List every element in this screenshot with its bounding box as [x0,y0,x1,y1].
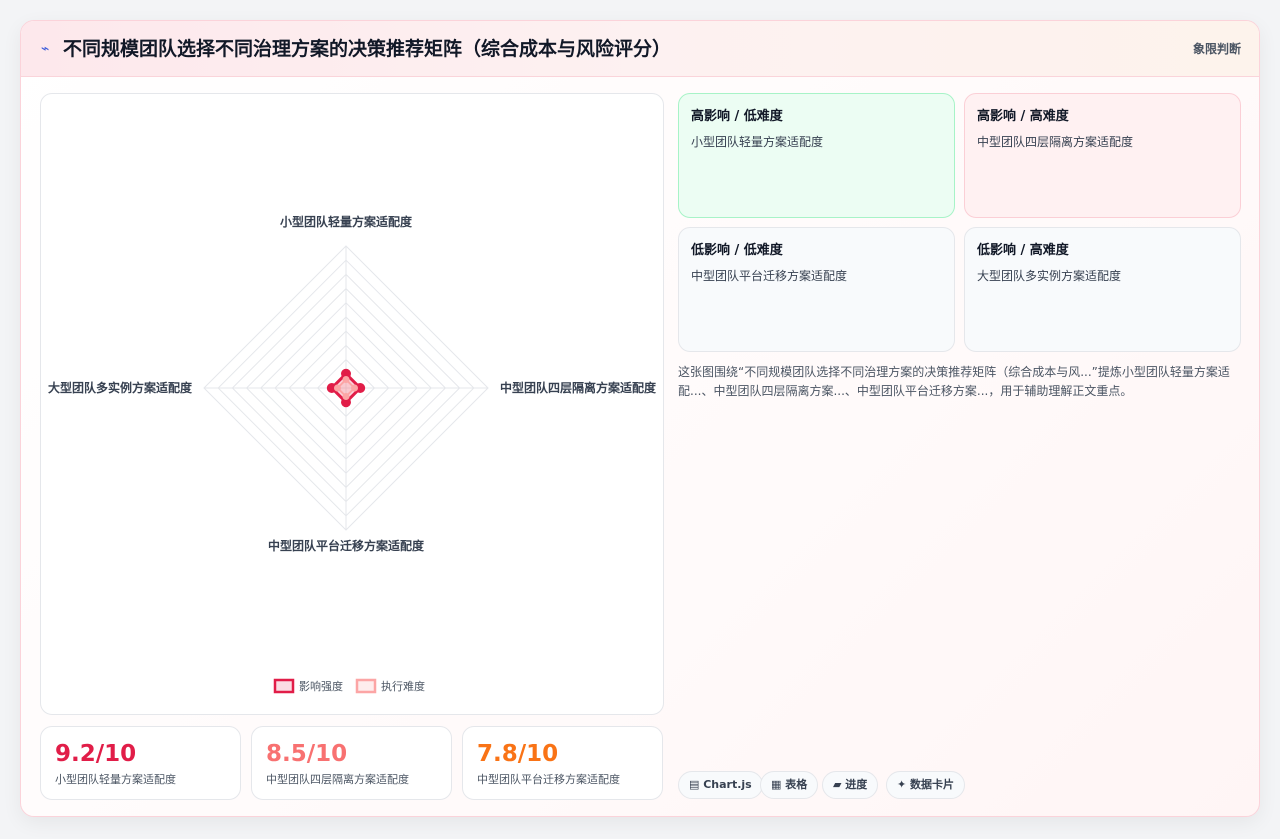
kpi-value: 9.2/10 [55,741,137,767]
kpi-card-1: 9.2/10 小型团队轻量方案适配度 [40,726,241,800]
chip-table[interactable]: ▦ 表格 [760,771,819,799]
radar-data-point [333,384,341,392]
chart-line-icon: ⌁ [41,41,50,57]
quadrant-body: 小型团队轻量方案适配度 [691,135,824,149]
legend-swatch [355,678,377,694]
dashboard-card: ⌁ 不同规模团队选择不同治理方案的决策推荐矩阵（综合成本与风险评分） 象限判断 … [20,20,1260,817]
legend-label: 影响强度 [299,679,343,693]
chart-description: 这张图围绕“不同规模团队选择不同治理方案的决策推荐矩阵（综合成本与风...”提炼… [678,365,1230,398]
legend-swatch [273,678,295,694]
header-bar: ⌁ 不同规模团队选择不同治理方案的决策推荐矩阵（综合成本与风险评分） 象限判断 [21,21,1259,77]
kpi-label: 中型团队四层隔离方案适配度 [266,773,409,786]
kpi-label: 小型团队轻量方案适配度 [55,773,176,786]
page-title: 不同规模团队选择不同治理方案的决策推荐矩阵（综合成本与风险评分） [63,38,672,60]
quadrant-body: 大型团队多实例方案适配度 [977,269,1122,283]
quadrant-title: 高影响 / 低难度 [691,109,783,124]
quadrant-title: 低影响 / 高难度 [977,243,1069,258]
kpi-value: 8.5/10 [266,741,348,767]
quadrant-body: 中型团队平台迁移方案适配度 [691,269,848,283]
chip-progress[interactable]: ▰ 进度 [822,771,879,799]
kpi-card-2: 8.5/10 中型团队四层隔离方案适配度 [251,726,452,800]
quadrant-title: 低影响 / 低难度 [691,243,783,258]
quadrant-high-impact-low-difficulty: 高影响 / 低难度 小型团队轻量方案适配度 [678,93,955,218]
radar-data-point [342,393,350,401]
quadrant-high-impact-high-difficulty: 高影响 / 高难度 中型团队四层隔离方案适配度 [964,93,1241,218]
radar-axis-label: 小型团队轻量方案适配度 [280,214,413,229]
radar-data-point [342,375,350,383]
chip-data-cards[interactable]: ✦ 数据卡片 [886,771,966,799]
quadrant-low-impact-high-difficulty: 低影响 / 高难度 大型团队多实例方案适配度 [964,227,1241,352]
radar-axis-label: 中型团队平台迁移方案适配度 [268,538,425,553]
radar-axis-label: 大型团队多实例方案适配度 [48,380,193,395]
radar-axis-label: 中型团队四层隔离方案适配度 [500,380,657,395]
quadrant-title: 高影响 / 高难度 [977,109,1069,124]
chip-chartjs[interactable]: ▤ Chart.js [678,771,763,799]
quadrant-low-impact-low-difficulty: 低影响 / 低难度 中型团队平台迁移方案适配度 [678,227,955,352]
kpi-card-3: 7.8/10 中型团队平台迁移方案适配度 [462,726,663,800]
radar-chart: 小型团队轻量方案适配度中型团队四层隔离方案适配度中型团队平台迁移方案适配度 大型团… [48,214,657,694]
radar-data-point [351,384,359,392]
quadrant-body: 中型团队四层隔离方案适配度 [977,135,1134,149]
radar-chart-panel: 小型团队轻量方案适配度中型团队四层隔离方案适配度中型团队平台迁移方案适配度 大型团… [40,93,664,715]
legend-label: 执行难度 [381,679,425,693]
quadrant-tag[interactable]: 象限判断 [1193,39,1241,59]
kpi-label: 中型团队平台迁移方案适配度 [477,773,620,786]
kpi-value: 7.8/10 [477,741,559,767]
